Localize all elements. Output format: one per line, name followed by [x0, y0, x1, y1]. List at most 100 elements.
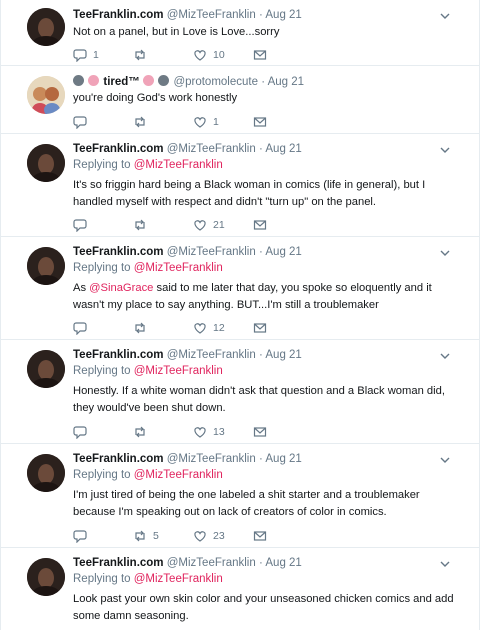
tweet[interactable]: TeeFranklin.com @MizTeeFranklin · Aug 21… [1, 237, 479, 340]
direct-message-button[interactable] [253, 47, 273, 63]
avatar[interactable] [27, 8, 65, 46]
timestamp[interactable]: Aug 21 [268, 76, 304, 88]
like-count: 23 [213, 530, 225, 542]
envelope-icon [253, 50, 267, 60]
avatar[interactable] [27, 144, 65, 182]
timestamp[interactable]: Aug 21 [265, 453, 301, 465]
mention-link[interactable]: @SinaGrace [89, 282, 153, 294]
tweet[interactable]: TeeFranklin.com @MizTeeFranklin · Aug 21… [1, 134, 479, 237]
mention-link[interactable]: @MizTeeFranklin [134, 262, 223, 274]
retweet-button[interactable] [133, 47, 153, 63]
tweet[interactable]: TeeFranklin.com @MizTeeFranklin · Aug 21… [1, 444, 479, 548]
chevron-down-icon[interactable] [439, 455, 451, 465]
mention-link[interactable]: @MizTeeFranklin [134, 469, 223, 481]
tweet[interactable]: TeeFranklin.com @MizTeeFranklin · Aug 21… [1, 340, 479, 444]
tweet[interactable]: tired™ @protomolecute · Aug 21 you're do… [1, 66, 479, 134]
retweet-button[interactable] [133, 424, 153, 440]
reply-button[interactable] [73, 320, 93, 336]
mention-link[interactable]: @MizTeeFranklin [134, 573, 223, 585]
like-button[interactable]: 1 [193, 114, 219, 130]
tweet-header: tired™ @protomolecute · Aug 21 [73, 75, 449, 91]
timestamp[interactable]: Aug 21 [265, 557, 301, 569]
reply-button[interactable] [73, 217, 93, 233]
tweet[interactable]: TeeFranklin.com @MizTeeFranklin · Aug 21… [1, 0, 479, 66]
direct-message-button[interactable] [253, 320, 273, 336]
retweet-button[interactable] [133, 320, 153, 336]
retweet-button[interactable]: 5 [133, 528, 159, 544]
action-bar: 21 [73, 217, 273, 233]
avatar[interactable] [27, 350, 65, 388]
chevron-down-icon[interactable] [439, 351, 451, 361]
direct-message-button[interactable] [253, 424, 273, 440]
chevron-down-icon[interactable] [439, 248, 451, 258]
mention-link[interactable]: @MizTeeFranklin [134, 365, 223, 377]
reply-icon [73, 219, 87, 232]
author-handle[interactable]: @MizTeeFranklin [167, 453, 256, 465]
author-name[interactable]: TeeFranklin.com [73, 349, 164, 361]
reply-button[interactable]: 1 [73, 47, 99, 63]
avatar[interactable] [27, 76, 65, 114]
mention-link[interactable]: @MizTeeFranklin [134, 159, 223, 171]
reply-icon [73, 49, 87, 62]
retweet-icon [135, 116, 145, 128]
tweet-header: TeeFranklin.com @MizTeeFranklin · Aug 21 [73, 9, 449, 25]
avatar[interactable] [27, 558, 65, 596]
author-handle[interactable]: @protomolecute [173, 76, 258, 88]
like-button[interactable]: 10 [193, 47, 225, 63]
direct-message-button[interactable] [253, 528, 273, 544]
action-bar: 13 [73, 424, 273, 440]
replying-to-line: Replying to @MizTeeFranklin [73, 573, 223, 585]
author-handle[interactable]: @MizTeeFranklin [167, 143, 256, 155]
author-handle[interactable]: @MizTeeFranklin [167, 349, 256, 361]
tweet[interactable]: TeeFranklin.com @MizTeeFranklin · Aug 21… [1, 548, 479, 630]
reply-button[interactable] [73, 424, 93, 440]
like-button[interactable]: 21 [193, 217, 225, 233]
avatar[interactable] [27, 247, 65, 285]
author-handle[interactable]: @MizTeeFranklin [167, 9, 256, 21]
author-name[interactable]: tired™ [103, 76, 139, 88]
alien-emoji-icon [158, 75, 170, 86]
timestamp[interactable]: Aug 21 [265, 246, 301, 258]
heart-icon [194, 323, 206, 334]
reply-button[interactable] [73, 114, 93, 130]
action-bar: 12 [73, 320, 273, 336]
like-button[interactable]: 23 [193, 528, 225, 544]
tweet-text: Not on a panel, but in Love is Love...so… [73, 26, 280, 38]
tweet-text: I'm just tired of being the one labeled … [73, 489, 420, 518]
direct-message-button[interactable] [253, 114, 273, 130]
separator-dot: · [258, 246, 263, 258]
author-name[interactable]: TeeFranklin.com [73, 246, 164, 258]
direct-message-button[interactable] [253, 217, 273, 233]
retweet-icon [135, 219, 145, 231]
reply-button[interactable] [73, 528, 93, 544]
replying-to-line: Replying to @MizTeeFranklin [73, 262, 223, 274]
envelope-icon [253, 220, 267, 230]
retweet-icon [135, 426, 145, 438]
reply-count: 1 [93, 49, 99, 61]
like-button[interactable]: 12 [193, 320, 225, 336]
author-name[interactable]: TeeFranklin.com [73, 453, 164, 465]
retweet-button[interactable] [133, 114, 153, 130]
avatar[interactable] [27, 454, 65, 492]
chevron-down-icon[interactable] [439, 11, 451, 21]
author-handle[interactable]: @MizTeeFranklin [167, 246, 256, 258]
author-name[interactable]: TeeFranklin.com [73, 557, 164, 569]
like-button[interactable]: 13 [193, 424, 225, 440]
replying-to-label: Replying to [73, 573, 131, 585]
separator-dot: · [258, 453, 263, 465]
author-handle[interactable]: @MizTeeFranklin [167, 557, 256, 569]
retweet-icon [135, 530, 145, 542]
author-name[interactable]: TeeFranklin.com [73, 9, 164, 21]
chevron-down-icon[interactable] [439, 559, 451, 569]
timestamp[interactable]: Aug 21 [265, 349, 301, 361]
timestamp[interactable]: Aug 21 [265, 143, 301, 155]
retweet-icon [135, 49, 145, 61]
replying-to-label: Replying to [73, 469, 131, 481]
tweet-text: It's so friggin hard being a Black woman… [73, 179, 426, 208]
timestamp[interactable]: Aug 21 [265, 9, 301, 21]
author-name[interactable]: TeeFranklin.com [73, 143, 164, 155]
chevron-down-icon[interactable] [439, 145, 451, 155]
tweet-header: TeeFranklin.com @MizTeeFranklin · Aug 21 [73, 349, 449, 365]
retweet-button[interactable] [133, 217, 153, 233]
reply-icon [73, 116, 87, 129]
